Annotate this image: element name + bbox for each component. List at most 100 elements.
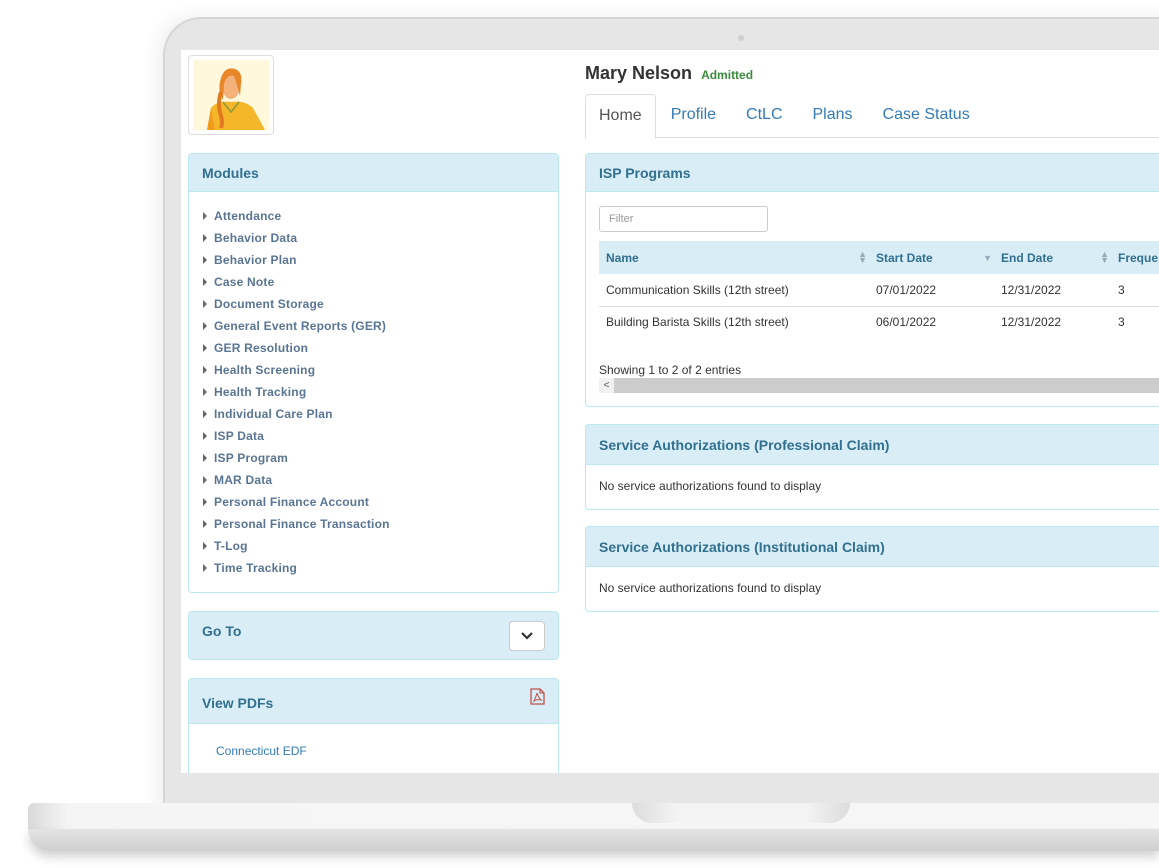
column-label: Freque <box>1118 250 1159 265</box>
caret-right-icon <box>203 454 207 462</box>
cell-frequency: 3 <box>1111 274 1159 307</box>
caret-right-icon <box>203 256 207 264</box>
module-item-label: Personal Finance Account <box>214 495 370 509</box>
cell-end-date: 12/31/2022 <box>1001 315 1062 330</box>
module-item-label: Health Screening <box>214 363 316 377</box>
tab-case-status[interactable]: Case Status <box>868 94 985 137</box>
view-pdfs-title: View PDFs <box>202 695 274 711</box>
goto-dropdown-button[interactable] <box>509 621 545 651</box>
module-item-label: Document Storage <box>214 297 324 311</box>
service-auth-professional-panel: Service Authorizations (Professional Cla… <box>585 424 1159 510</box>
module-item-label: Behavior Plan <box>214 253 297 267</box>
tab-plans[interactable]: Plans <box>798 94 868 137</box>
module-item-label: Attendance <box>214 209 282 223</box>
caret-right-icon <box>203 476 207 484</box>
module-item-label: ISP Program <box>214 451 289 465</box>
module-item-label: ISP Data <box>214 429 265 443</box>
module-item-label: General Event Reports (GER) <box>214 319 387 333</box>
table-row[interactable]: Communication Skills (12th street) 07/01… <box>599 274 1159 307</box>
module-item-label: Time Tracking <box>214 561 298 575</box>
status-badge: Admitted <box>701 68 754 82</box>
caret-right-icon <box>203 322 207 330</box>
patient-name: Mary Nelson <box>585 63 693 83</box>
service-auth-professional-empty: No service authorizations found to displ… <box>599 479 822 493</box>
service-auth-institutional-panel: Service Authorizations (Institutional Cl… <box>585 526 1159 612</box>
table-row[interactable]: Building Barista Skills (12th street) 06… <box>599 306 1159 338</box>
caret-right-icon <box>203 212 207 220</box>
module-item-label: Personal Finance Transaction <box>214 517 390 531</box>
module-item-case-note[interactable]: Case Note <box>203 271 558 293</box>
cell-start-date: 07/01/2022 <box>869 274 994 307</box>
laptop-base-bottom <box>28 829 1159 851</box>
filter-input[interactable] <box>599 206 768 232</box>
tab-ctlc[interactable]: CtLC <box>731 94 797 137</box>
screen: Modules Attendance Behavior Data Behavior … <box>181 50 1159 773</box>
caret-right-icon <box>203 542 207 550</box>
caret-right-icon <box>203 388 207 396</box>
column-label: End Date <box>1001 250 1054 265</box>
module-item-health-tracking[interactable]: Health Tracking <box>203 381 558 403</box>
caret-right-icon <box>203 344 207 352</box>
service-auth-institutional-empty: No service authorizations found to displ… <box>599 581 822 595</box>
module-item-personal-finance-account[interactable]: Personal Finance Account <box>203 491 558 513</box>
module-item-time-tracking[interactable]: Time Tracking <box>203 557 558 579</box>
module-item-ger-resolution[interactable]: GER Resolution <box>203 337 558 359</box>
module-item-document-storage[interactable]: Document Storage <box>203 293 558 315</box>
module-item-mar-data[interactable]: MAR Data <box>203 469 558 491</box>
module-item-individual-care-plan[interactable]: Individual Care Plan <box>203 403 558 425</box>
module-item-attendance[interactable]: Attendance <box>203 205 558 227</box>
laptop-base <box>28 803 1159 829</box>
module-item-label: Case Note <box>214 275 275 289</box>
goto-heading: Go To <box>189 612 558 659</box>
module-item-label: MAR Data <box>214 473 273 487</box>
service-auth-institutional-heading: Service Authorizations (Institutional Cl… <box>586 527 1159 567</box>
avatar-image <box>193 60 269 130</box>
isp-programs-panel: ISP Programs Name ▲▼ Start Date ▼ End Da… <box>585 153 1159 407</box>
module-item-label: Behavior Data <box>214 231 298 245</box>
service-auth-professional-heading: Service Authorizations (Professional Cla… <box>586 425 1159 465</box>
pdf-file-icon[interactable] <box>530 688 545 705</box>
sort-desc-icon: ▼ <box>983 253 992 263</box>
sort-both-icon: ▲ ▼ <box>858 249 867 265</box>
caret-right-icon <box>203 410 207 418</box>
cell-name: Building Barista Skills (12th street) <box>606 315 789 330</box>
horizontal-scrollbar[interactable]: < <box>599 378 1159 393</box>
tab-profile[interactable]: Profile <box>656 94 731 137</box>
isp-programs-table: Name ▲ ▼ Start Date ▼ End Date ▲ ▼ Freque <box>599 241 1159 338</box>
entries-info: Showing 1 to 2 of 2 entries <box>599 363 742 377</box>
module-item-behavior-plan[interactable]: Behavior Plan <box>203 249 558 271</box>
cell-frequency: 3 <box>1118 315 1125 330</box>
caret-right-icon <box>203 498 207 506</box>
caret-right-icon <box>203 432 207 440</box>
cell-end-date: 12/31/2022 <box>994 274 1111 307</box>
cell-name: Communication Skills (12th street) <box>599 274 869 307</box>
module-item-health-screening[interactable]: Health Screening <box>203 359 558 381</box>
module-item-behavior-data[interactable]: Behavior Data <box>203 227 558 249</box>
tab-home[interactable]: Home <box>585 94 656 139</box>
modules-heading: Modules <box>189 154 558 192</box>
caret-right-icon <box>203 564 207 572</box>
caret-right-icon <box>203 300 207 308</box>
column-header-start-date[interactable]: Start Date ▼ <box>869 241 994 274</box>
scroll-left-icon[interactable]: < <box>599 378 614 393</box>
cell-start-date: 06/01/2022 <box>876 315 937 330</box>
column-header-name[interactable]: Name ▲ ▼ <box>599 241 869 274</box>
goto-panel: Go To <box>188 611 559 660</box>
module-item-general-event-reports-ger[interactable]: General Event Reports (GER) <box>203 315 558 337</box>
modules-panel: Modules Attendance Behavior Data Behavior … <box>188 153 559 593</box>
column-header-end-date[interactable]: End Date ▲ ▼ <box>994 241 1111 274</box>
avatar <box>188 55 274 135</box>
pdf-link-connecticut-edf[interactable]: Connecticut EDF <box>189 724 558 758</box>
module-item-label: GER Resolution <box>214 341 309 355</box>
view-pdfs-heading: View PDFs <box>189 679 558 724</box>
caret-right-icon <box>203 520 207 528</box>
module-item-personal-finance-transaction[interactable]: Personal Finance Transaction <box>203 513 558 535</box>
module-item-label: Health Tracking <box>214 385 307 399</box>
module-item-isp-program[interactable]: ISP Program <box>203 447 558 469</box>
module-item-label: Individual Care Plan <box>214 407 333 421</box>
view-pdfs-panel: View PDFs Connecticut EDF <box>188 678 559 773</box>
table-header-row: Name ▲ ▼ Start Date ▼ End Date ▲ ▼ Freque <box>599 241 1159 274</box>
module-item-isp-data[interactable]: ISP Data <box>203 425 558 447</box>
module-item-t-log[interactable]: T-Log <box>203 535 558 557</box>
column-header-frequency[interactable]: Freque <box>1111 241 1159 274</box>
